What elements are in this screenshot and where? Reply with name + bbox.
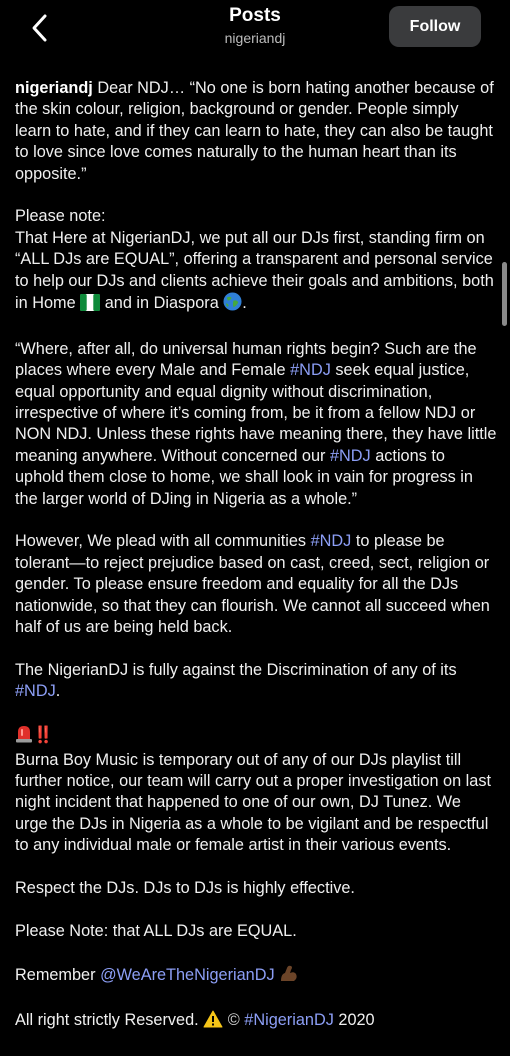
caption-username[interactable]: nigeriandj [15, 79, 93, 97]
caption-text: All right strictly Reserved. [15, 1011, 199, 1030]
hashtag-ndj[interactable]: #NDJ [311, 532, 352, 550]
scrollbar[interactable] [502, 262, 507, 326]
caption-paragraph-8: Please Note: that ALL DJs are EQUAL. [15, 921, 297, 940]
account-username[interactable]: nigeriandj [130, 29, 380, 47]
caption-paragraph-5: The NigerianDJ is fully against the Disc… [15, 660, 497, 703]
hashtag-ndj[interactable]: #NDJ [15, 682, 56, 700]
caption-text: However, We plead with all communities [15, 532, 307, 551]
caption-text: The NigerianDJ is fully against the Disc… [15, 660, 457, 679]
copyright-icon: © [227, 1011, 240, 1030]
header-title-block: Posts nigeriandj [130, 4, 380, 47]
caption-paragraph-9: Remember @WeAreTheNigerianDJ [15, 964, 497, 989]
caption-paragraph-1: nigeriandj Dear NDJ… “No one is born hat… [15, 78, 497, 185]
caption-paragraph-2: Please note: That Here at NigerianDJ, we… [15, 206, 497, 317]
caption-text: Please note: [15, 207, 106, 226]
follow-button[interactable]: Follow [389, 6, 481, 47]
caption-paragraph-7: Respect the DJs. DJs to DJs is highly ef… [15, 878, 355, 897]
siren-icon [15, 724, 33, 749]
caption-paragraph-10: All right strictly Reserved. © #Nigerian… [15, 1010, 497, 1034]
caption-text: . [242, 294, 247, 313]
chevron-left-icon [32, 14, 47, 42]
double-exclamation-icon: ‼️ [33, 726, 54, 745]
caption-year: 2020 [338, 1011, 375, 1030]
nigeria-flag-icon [80, 294, 101, 317]
globe-icon [223, 292, 242, 317]
hashtag-nigeriandj[interactable]: #NigerianDJ [244, 1011, 334, 1029]
caption-text: Remember [15, 965, 96, 984]
caption-text: . [55, 682, 61, 701]
flexed-biceps-icon [279, 964, 299, 989]
back-button[interactable] [22, 10, 58, 46]
caption-paragraph-6: ‼️ Burna Boy Music is temporary out of a… [15, 724, 497, 856]
hashtag-ndj[interactable]: #NDJ [290, 361, 331, 379]
hashtag-ndj[interactable]: #NDJ [330, 447, 371, 465]
mention-wearethenigeriandj[interactable]: @WeAreTheNigerianDJ [100, 966, 275, 984]
caption-text: Burna Boy Music is temporary out of any … [15, 750, 492, 855]
post-caption: nigeriandj Dear NDJ… “No one is born hat… [15, 78, 497, 1056]
caption-paragraph-4: However, We plead with all communities #… [15, 531, 497, 638]
page-title: Posts [229, 5, 281, 26]
caption-paragraph-3: “Where, after all, do universal human ri… [15, 339, 497, 510]
warning-icon [203, 1010, 223, 1034]
top-nav-bar: Posts nigeriandj Follow [0, 0, 510, 66]
caption-text: and in Diaspora [104, 294, 219, 313]
